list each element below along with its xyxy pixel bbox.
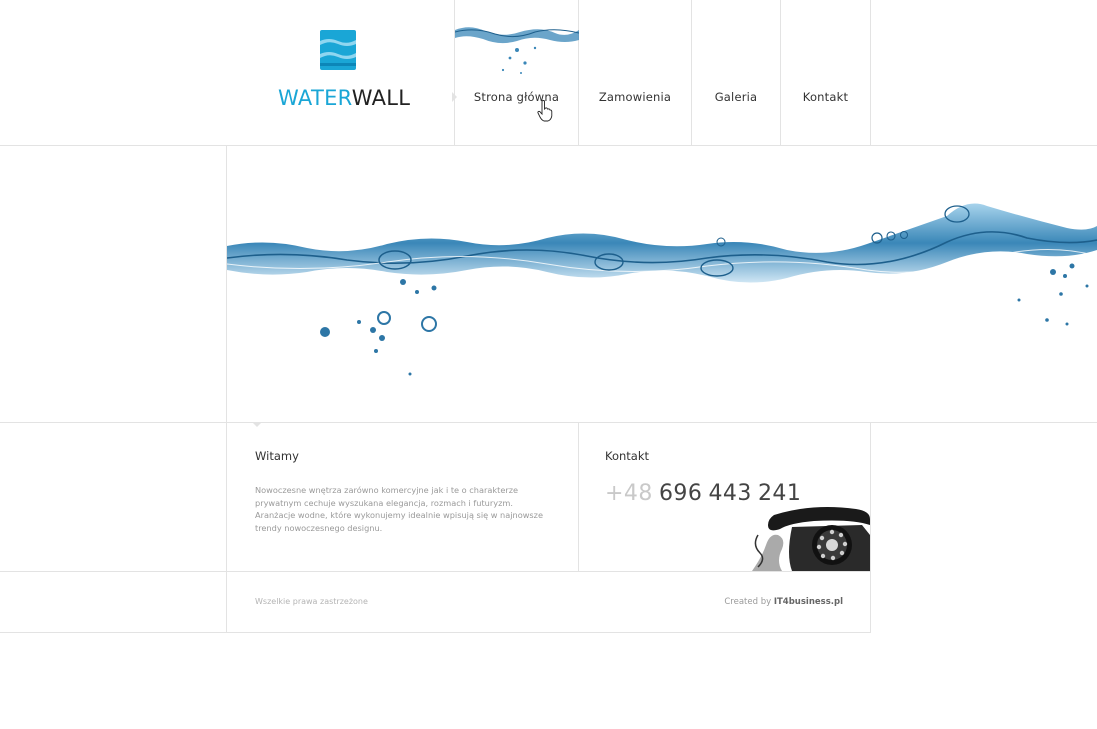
rotary-phone-icon xyxy=(752,507,870,571)
nav-separator xyxy=(870,0,871,145)
phone-group: 443 xyxy=(708,481,752,506)
credit-prefix: Created by xyxy=(724,597,772,607)
nav-label: Galeria xyxy=(714,89,758,104)
welcome-title: Witamy xyxy=(255,449,299,463)
nav-item-zamowienia[interactable]: Zamowienia xyxy=(579,0,691,145)
contact-title: Kontakt xyxy=(605,449,650,463)
phone-number[interactable]: +48 696 443 241 xyxy=(605,481,807,506)
footer-divider xyxy=(0,632,870,633)
hero-water-image xyxy=(227,203,1097,376)
right-edge-line xyxy=(870,423,871,633)
logo-wordmark[interactable]: WATERWALL xyxy=(278,86,410,110)
nav-item-strona-glowna[interactable]: Strona główna xyxy=(455,0,578,145)
hero-notch-icon xyxy=(252,422,262,427)
credit-text: Created by IT4business.pl xyxy=(724,597,843,607)
hero-divider xyxy=(0,422,1097,423)
nav-label: Zamowienia xyxy=(598,89,672,104)
phone-prefix: +48 xyxy=(605,481,653,506)
logo-part-wall: WALL xyxy=(351,86,411,110)
hand-cursor-icon xyxy=(537,100,553,122)
welcome-text: Nowoczesne wnętrza zarówno komercyjne ja… xyxy=(255,485,544,533)
logo-part-water: WATER xyxy=(278,86,352,110)
content-separator xyxy=(578,423,579,571)
nav-item-galeria[interactable]: Galeria xyxy=(692,0,780,145)
phone-group: 696 xyxy=(658,481,703,506)
phone-group: 241 xyxy=(757,481,802,506)
copyright-text: Wszelkie prawa zastrzeżone xyxy=(255,597,368,606)
nav-item-kontakt[interactable]: Kontakt xyxy=(781,0,870,145)
water-layers-icon xyxy=(320,30,356,70)
credit-link[interactable]: IT4business.pl xyxy=(774,597,843,607)
content-divider xyxy=(0,571,870,572)
nav-label: Kontakt xyxy=(802,89,849,104)
